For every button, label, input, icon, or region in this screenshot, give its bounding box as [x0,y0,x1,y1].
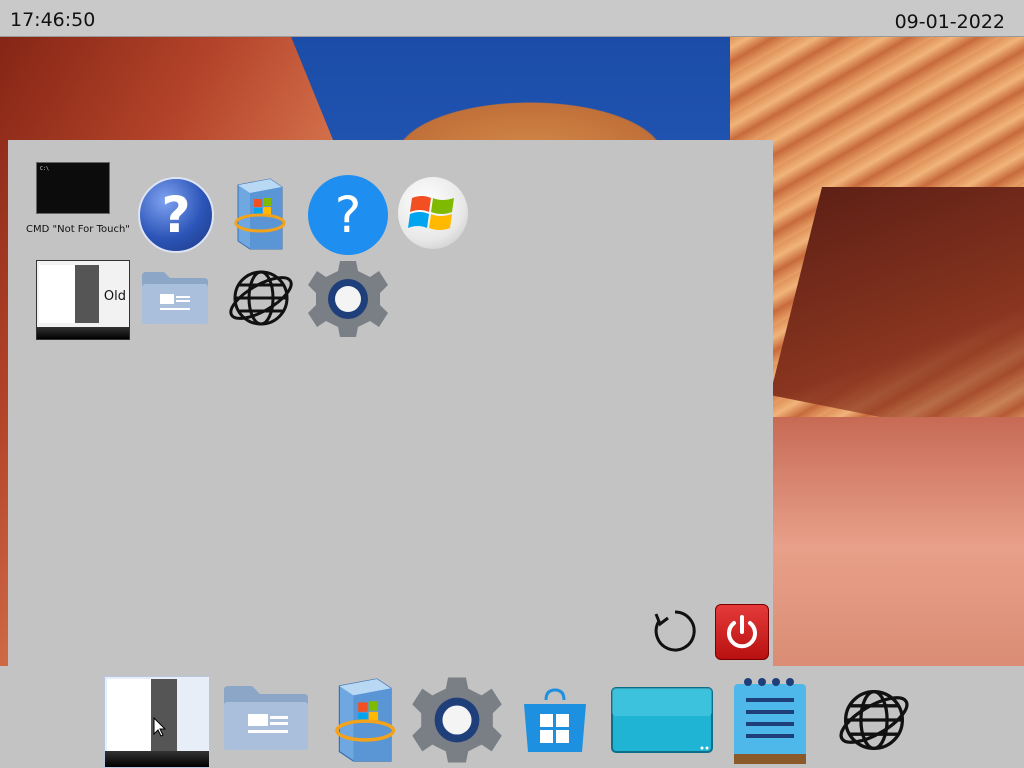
old-start-menu-label: Old [103,289,126,304]
status-bar: 17:46:50 09-01-2022 [0,0,1024,37]
globe-icon[interactable] [228,265,294,331]
taskbar-globe-icon[interactable] [832,684,916,756]
old-start-menu-tile[interactable]: Old [36,260,130,340]
start-menu-icon [39,265,99,323]
taskbar-start-menu[interactable] [104,676,210,768]
taskbar-notepad-icon[interactable] [732,674,808,766]
taskbar [0,666,1024,768]
refresh-icon[interactable] [650,606,700,656]
taskbar-folder-icon[interactable] [222,684,310,750]
terminal-icon: C:\ [40,166,50,172]
start-panel: C:\ CMD "Not For Touch" ? ? Old [8,140,773,666]
clock: 17:46:50 [10,9,96,31]
windows-logo-icon[interactable] [398,177,468,249]
mouse-cursor-icon [153,717,167,737]
wallpaper-floor [770,417,1024,666]
installer-box-icon[interactable] [230,177,288,251]
question-circle-icon[interactable]: ? [308,175,388,255]
taskbar-display-icon[interactable] [610,686,714,754]
power-icon[interactable] [715,604,769,660]
cmd-tile-label: CMD "Not For Touch" [26,224,130,235]
start-menu-icon [107,679,177,751]
date: 09-01-2022 [894,11,1005,33]
cmd-tile[interactable]: C:\ [36,162,110,214]
folder-icon[interactable] [140,270,210,325]
help-icon[interactable]: ? [138,177,214,253]
taskbar-store-bag-icon[interactable] [520,686,590,756]
gear-icon[interactable] [306,260,390,338]
taskbar-gear-icon[interactable] [410,674,504,766]
taskbar-installer-box-icon[interactable] [330,674,398,766]
